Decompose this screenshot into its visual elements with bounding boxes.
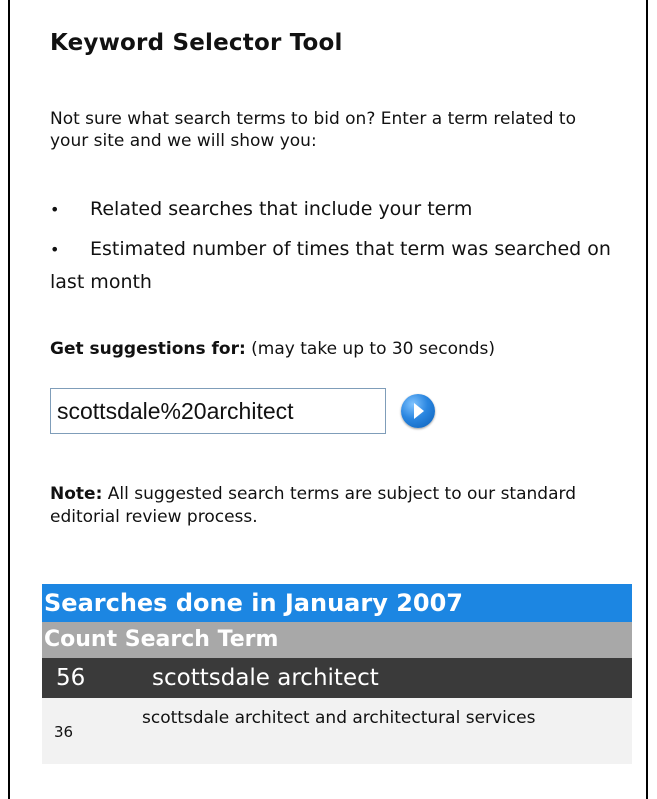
bullet-item: • Related searches that include your term — [50, 193, 620, 226]
intro-text: Not sure what search terms to bid on? En… — [50, 109, 576, 151]
suggestions-hint: (may take up to 30 seconds) — [251, 339, 496, 359]
tool-title: Keyword Selector Tool — [50, 30, 343, 56]
bullet-text: Related searches that include your term — [90, 198, 473, 220]
bullet-dot: • — [50, 200, 60, 219]
results-table: Searches done in January 2007 Count Sear… — [42, 584, 632, 764]
editorial-note: Note: All suggested search terms are sub… — [50, 483, 620, 529]
row-count: 56 — [56, 665, 86, 691]
note-label: Note: — [50, 484, 103, 504]
keyword-input[interactable] — [50, 388, 386, 434]
table-row[interactable]: 36 scottsdale architect and architectura… — [42, 698, 632, 764]
note-text: All suggested search terms are subject t… — [50, 484, 576, 527]
row-count: 36 — [54, 723, 74, 741]
suggestions-label-block: Get suggestions for: (may take up to 30 … — [50, 338, 610, 360]
header-count: Count — [44, 627, 118, 652]
keyword-selector-panel: Keyword Selector Tool Not sure what sear… — [8, 0, 648, 799]
bullet-item: • Estimated number of times that term was… — [50, 233, 620, 298]
table-row[interactable]: 56 scottsdale architect — [42, 658, 632, 698]
header-search-term: Search Term — [124, 627, 279, 652]
row-term: scottsdale architect — [152, 665, 379, 691]
suggestions-label: Get suggestions for: — [50, 339, 246, 359]
bullet-text: Estimated number of times that term was … — [50, 238, 611, 293]
results-header: Count Search Term — [42, 622, 632, 658]
row-term: scottsdale architect and architectural s… — [142, 708, 536, 728]
go-arrow-icon — [414, 403, 424, 419]
bullet-dot: • — [50, 240, 60, 259]
results-title: Searches done in January 2007 — [42, 584, 632, 622]
go-button[interactable] — [401, 394, 435, 428]
